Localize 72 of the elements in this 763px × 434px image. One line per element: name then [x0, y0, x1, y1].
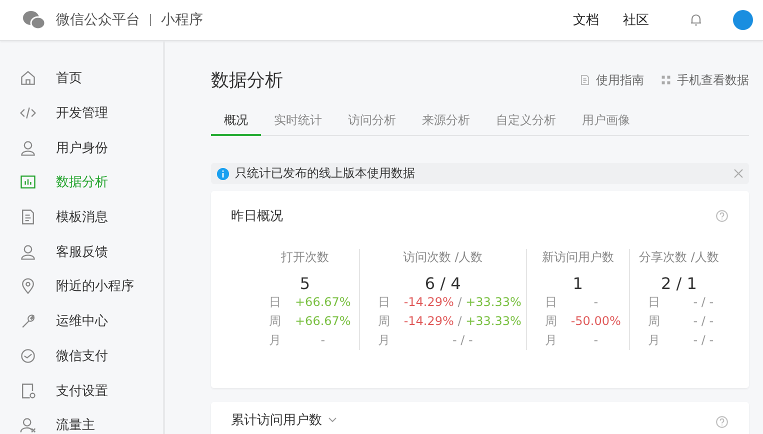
brand-name: 微信公众平台 — [56, 11, 140, 29]
bell-icon[interactable] — [689, 13, 703, 27]
change-value: -50.00% — [570, 313, 621, 330]
page-title: 数据分析 — [211, 69, 283, 92]
sidebar-item[interactable]: 附近的小程序 — [0, 269, 163, 304]
avatar[interactable] — [733, 10, 753, 30]
change-value: -14.29% / +33.33% — [404, 294, 522, 311]
period-label: 月 — [269, 332, 281, 349]
tab[interactable]: 概况 — [211, 108, 261, 136]
user-cross-icon — [19, 416, 37, 434]
change-value: - / - — [451, 332, 474, 349]
chat-bubbles-logo-icon — [22, 10, 46, 30]
header-link[interactable]: 文档 — [573, 11, 599, 29]
info-icon — [217, 168, 229, 180]
sidebar-item[interactable]: 首页 — [0, 61, 163, 96]
sidebar-item[interactable]: 客服反馈 — [0, 234, 163, 270]
card-title: 累计访问用户数 — [231, 412, 322, 429]
metric-value: 1 — [572, 274, 583, 293]
metric-label: 访问次数 /人数 — [402, 249, 483, 266]
change-value: - — [592, 294, 600, 311]
document-icon — [579, 74, 591, 86]
metric-value: 6 / 4 — [424, 274, 461, 293]
help-icon[interactable] — [716, 210, 728, 222]
metric-value: 5 — [300, 274, 310, 293]
check-circle-icon — [19, 346, 37, 365]
period-label: 日 — [648, 294, 661, 311]
change-value: +66.67% — [295, 313, 351, 330]
qr-code-icon — [660, 74, 672, 86]
period-label: 周 — [269, 313, 281, 330]
period-label: 周 — [648, 313, 661, 330]
metric-label: 新访问用户数 — [542, 249, 614, 266]
sidebar-item[interactable]: 流量主 — [0, 408, 163, 434]
period-label: 月 — [544, 332, 557, 349]
period-label: 日 — [269, 294, 281, 311]
change-value: - / - — [692, 313, 715, 330]
metric-value: 2 / 1 — [660, 274, 697, 293]
period-label: 周 — [544, 313, 557, 330]
product-name: 小程序 — [161, 11, 203, 29]
caret-icon[interactable] — [328, 417, 337, 423]
change-value: - — [320, 332, 326, 349]
sidebar-item[interactable]: 开发管理 — [0, 96, 163, 130]
period-label: 周 — [378, 313, 390, 330]
header-link[interactable]: 社区 — [623, 11, 649, 29]
change-value: +66.67% — [295, 294, 351, 311]
user-icon — [19, 242, 37, 261]
sidebar-item[interactable]: 微信支付 — [0, 338, 163, 374]
action-link[interactable]: 使用指南 — [579, 72, 644, 88]
notice-text: 只统计已发布的线上版本使用数据 — [235, 165, 416, 182]
location-pin-icon — [19, 277, 37, 296]
change-value: -14.29% / +33.33% — [404, 313, 522, 330]
period-label: 日 — [378, 294, 390, 311]
metric-label: 分享次数 /人数 — [639, 249, 719, 266]
period-label: 日 — [544, 294, 557, 311]
document-gear-icon — [19, 382, 37, 400]
user-icon — [19, 138, 37, 157]
home-icon — [19, 69, 37, 88]
change-value: - / - — [692, 294, 715, 311]
close-icon[interactable] — [734, 169, 743, 178]
change-value: - — [592, 332, 600, 349]
bar-chart-icon — [19, 173, 37, 192]
sidebar-item[interactable]: 支付设置 — [0, 373, 163, 408]
sidebar-item[interactable]: 运维中心 — [0, 304, 163, 338]
metric-label: 打开次数 — [280, 249, 329, 266]
document-icon — [19, 208, 37, 226]
change-value: - / - — [692, 332, 715, 349]
card-title: 昨日概况 — [231, 208, 283, 225]
period-label: 月 — [648, 332, 661, 349]
help-icon[interactable] — [716, 416, 728, 428]
sidebar-item[interactable]: 用户身份 — [0, 130, 163, 166]
period-label: 月 — [378, 332, 390, 349]
action-link[interactable]: 手机查看数据 — [660, 72, 749, 88]
sidebar-item[interactable]: 模板消息 — [0, 200, 163, 234]
